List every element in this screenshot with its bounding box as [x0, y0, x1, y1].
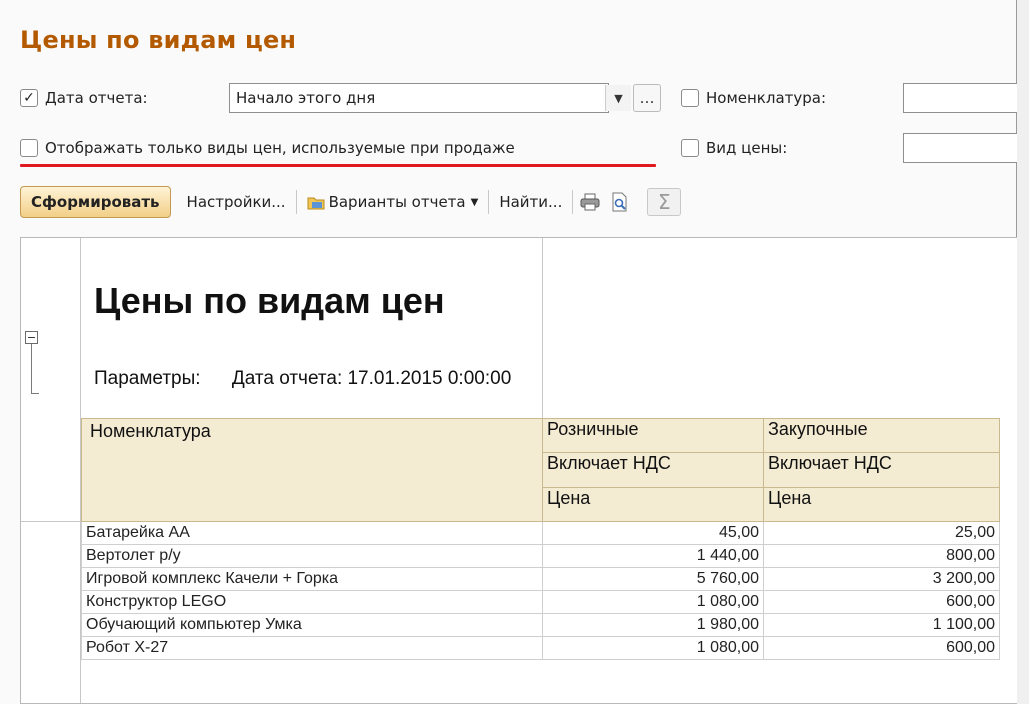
table-row[interactable]: Игровой комплекс Качели + Горка 5 760,00… — [81, 567, 1000, 591]
date-filter-row: ✓ Дата отчета: — [20, 89, 148, 107]
row-purchase: 25,00 — [763, 521, 1000, 545]
header-retail: Розничные — [542, 417, 764, 454]
toolbar-separator — [488, 190, 490, 214]
row-name: Робот Х-27 — [81, 636, 543, 660]
group-line-end — [31, 393, 39, 394]
chevron-down-icon: ▼ — [470, 196, 479, 208]
header-purchase-vat: Включает НДС — [763, 452, 1000, 488]
table-row[interactable]: Обучающий компьютер Умка 1 980,00 1 100,… — [81, 613, 1000, 637]
header-purchase: Закупочные — [763, 417, 1000, 454]
params-value: Дата отчета: 17.01.2015 0:00:00 — [231, 368, 512, 389]
chevron-down-icon[interactable]: ▼ — [605, 85, 631, 111]
nomenclature-label: Номенклатура: — [706, 89, 827, 107]
date-label: Дата отчета: — [45, 89, 148, 107]
price-type-filter-row: Вид цены: — [681, 139, 787, 157]
row-purchase: 600,00 — [763, 590, 1000, 614]
date-field-value: Начало этого дня — [236, 89, 376, 107]
row-retail: 1 440,00 — [542, 544, 764, 568]
price-type-checkbox[interactable] — [681, 139, 699, 157]
red-underline-highlight — [20, 164, 656, 167]
row-retail: 5 760,00 — [542, 567, 764, 591]
nomenclature-field[interactable] — [903, 83, 1023, 113]
only-sales-label: Отображать только виды цен, используемые… — [45, 139, 515, 157]
only-sales-filter-row: Отображать только виды цен, используемые… — [20, 139, 515, 157]
nomenclature-filter-row: Номенклатура: — [681, 89, 826, 107]
column-divider — [542, 238, 543, 418]
variants-button[interactable]: Варианты отчета ▼ — [299, 186, 487, 218]
row-name: Обучающий компьютер Умка — [81, 613, 543, 637]
group-gutter: − — [21, 238, 81, 703]
row-purchase: 600,00 — [763, 636, 1000, 660]
gutter-divider — [21, 521, 81, 522]
row-retail: 1 980,00 — [542, 613, 764, 637]
header-purchase-price: Цена — [763, 486, 1000, 523]
header-retail-vat: Включает НДС — [542, 452, 764, 488]
row-name: Батарейка АА — [81, 521, 543, 545]
row-purchase: 1 100,00 — [763, 613, 1000, 637]
toolbar: Сформировать Настройки... Варианты отчет… — [20, 185, 682, 219]
row-name: Вертолет р/у — [81, 544, 543, 568]
price-table: Номенклатура Розничные Закупочные Включа… — [81, 417, 1000, 660]
nomenclature-checkbox[interactable] — [681, 89, 699, 107]
table-row[interactable]: Батарейка АА 45,00 25,00 — [81, 521, 1000, 545]
print-preview-icon[interactable] — [605, 186, 635, 218]
table-row[interactable]: Конструктор LEGO 1 080,00 600,00 — [81, 590, 1000, 614]
settings-button[interactable]: Настройки... — [179, 186, 294, 218]
ellipsis-button[interactable]: … — [633, 84, 661, 112]
sum-icon[interactable]: Σ — [647, 188, 682, 216]
row-purchase: 3 200,00 — [763, 567, 1000, 591]
background-window-edge — [1017, 0, 1029, 704]
toolbar-separator — [295, 190, 297, 214]
generate-button[interactable]: Сформировать — [20, 186, 171, 218]
row-purchase: 800,00 — [763, 544, 1000, 568]
window-title: Цены по видам цен — [20, 26, 297, 54]
header-retail-price: Цена — [542, 486, 764, 523]
variants-label: Варианты отчета — [328, 193, 466, 211]
group-line — [31, 344, 32, 394]
report-title: Цены по видам цен — [94, 280, 445, 321]
table-row[interactable]: Вертолет р/у 1 440,00 800,00 — [81, 544, 1000, 568]
find-button[interactable]: Найти... — [491, 186, 570, 218]
date-checkbox[interactable]: ✓ — [20, 89, 38, 107]
date-field[interactable]: Начало этого дня — [229, 83, 609, 113]
header-nomenclature: Номенклатура — [81, 418, 543, 522]
price-type-label: Вид цены: — [706, 139, 788, 157]
only-sales-checkbox[interactable] — [20, 139, 38, 157]
toolbar-separator — [572, 190, 574, 214]
print-icon[interactable] — [575, 186, 605, 218]
price-type-field[interactable] — [903, 133, 1023, 163]
report-params: Параметры: Дата отчета: 17.01.2015 0:00:… — [94, 368, 511, 390]
folder-icon — [307, 195, 325, 210]
row-name: Игровой комплекс Качели + Горка — [81, 567, 543, 591]
collapse-group-icon[interactable]: − — [25, 331, 38, 344]
table-row[interactable]: Робот Х-27 1 080,00 600,00 — [81, 636, 1000, 660]
row-retail: 1 080,00 — [542, 590, 764, 614]
row-retail: 45,00 — [542, 521, 764, 545]
row-name: Конструктор LEGO — [81, 590, 543, 614]
row-retail: 1 080,00 — [542, 636, 764, 660]
params-label: Параметры: — [94, 368, 201, 389]
report-window: Цены по видам цен ✓ Дата отчета: Начало … — [0, 0, 1023, 704]
report-spreadsheet[interactable]: − Цены по видам цен Параметры: Дата отче… — [20, 237, 1020, 704]
